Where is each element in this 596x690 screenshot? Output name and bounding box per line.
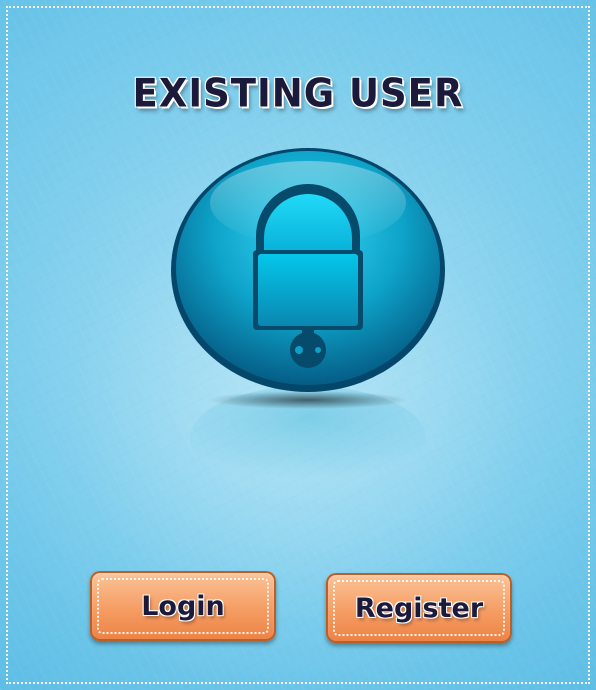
login-button-label: Login	[141, 590, 225, 622]
existing-user-screen: EXISTING USER Login Register	[0, 0, 596, 690]
register-button[interactable]: Register	[326, 573, 512, 643]
page-title: EXISTING USER	[132, 70, 464, 117]
register-button-label: Register	[354, 592, 484, 624]
login-button[interactable]: Login	[90, 571, 276, 641]
padlock-icon	[168, 148, 448, 478]
